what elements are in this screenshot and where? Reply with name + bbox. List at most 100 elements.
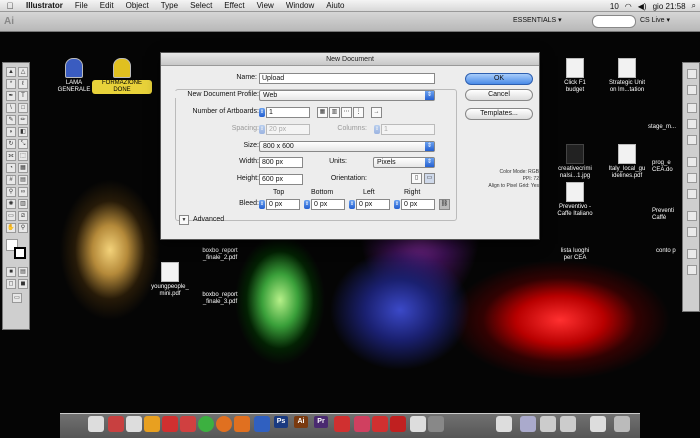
clock[interactable]: gio 21:58 xyxy=(653,2,686,11)
desktop-icon-conto[interactable]: conto p xyxy=(656,248,684,255)
gradient-mode-icon[interactable]: ▤ xyxy=(18,267,28,277)
bleed-bottom-field[interactable]: 0 px xyxy=(311,199,345,210)
artboards-panel-icon[interactable] xyxy=(687,265,697,275)
color-panel-icon[interactable] xyxy=(687,69,697,79)
width-field[interactable]: 800 px xyxy=(259,157,303,168)
templates-button[interactable]: Templates... xyxy=(465,108,533,120)
app-icon-5[interactable] xyxy=(354,416,370,432)
skype-icon[interactable] xyxy=(254,416,270,432)
menu-edit[interactable]: Edit xyxy=(94,1,120,10)
brushes-panel-icon[interactable] xyxy=(687,119,697,129)
appearance-panel-icon[interactable] xyxy=(687,211,697,221)
magic-wand-tool-icon[interactable]: * xyxy=(6,79,16,89)
line-tool-icon[interactable]: \ xyxy=(6,103,16,113)
desktop-icon-boxbo-3[interactable]: boxbo_report _finale_3.pdf xyxy=(190,292,250,306)
finder-icon[interactable] xyxy=(88,416,104,432)
folder-icon-2[interactable] xyxy=(590,416,606,432)
menu-select[interactable]: Select xyxy=(184,1,218,10)
app-icon-8[interactable] xyxy=(410,416,426,432)
grid-by-row-icon[interactable]: ▦ xyxy=(317,107,328,118)
wifi-icon[interactable]: ◠ xyxy=(625,2,632,11)
size-select[interactable]: 800 x 600 ⇕ xyxy=(259,141,435,152)
menu-aiuto[interactable]: Aiuto xyxy=(320,1,350,10)
menu-type[interactable]: Type xyxy=(155,1,184,10)
desktop-icon-click-f1[interactable]: Click F1 budget xyxy=(545,58,605,94)
bleed-right-field[interactable]: 0 px xyxy=(401,199,435,210)
bleed-top-field[interactable]: 0 px xyxy=(266,199,300,210)
color-mode-icon[interactable]: ■ xyxy=(6,267,16,277)
photoshop-icon[interactable]: Ps xyxy=(274,416,288,428)
column-graph-tool-icon[interactable]: ▥ xyxy=(18,199,28,209)
menu-effect[interactable]: Effect xyxy=(218,1,250,10)
artboards-stepper[interactable]: ⇕ xyxy=(259,108,265,117)
graphic-styles-panel-icon[interactable] xyxy=(687,227,697,237)
grid-by-column-icon[interactable]: ▥ xyxy=(329,107,340,118)
app-icon-2[interactable] xyxy=(180,416,196,432)
desktop-icon-creativecriminals[interactable]: creativecrimi nalsi...1.jpg xyxy=(545,144,605,180)
blend-tool-icon[interactable]: ∞ xyxy=(18,187,28,197)
menu-file[interactable]: File xyxy=(69,1,94,10)
screen-mode-icon[interactable]: ▭ xyxy=(12,293,22,303)
calendar-icon[interactable] xyxy=(126,416,142,432)
free-transform-tool-icon[interactable]: ⬚ xyxy=(18,151,28,161)
direct-selection-tool-icon[interactable]: △ xyxy=(18,67,28,77)
disclosure-triangle-icon[interactable]: ▼ xyxy=(179,215,189,225)
rectangle-tool-icon[interactable]: □ xyxy=(18,103,28,113)
desktop-icon-strategic-unit[interactable]: Strategic Unit on lm...tation xyxy=(597,58,657,94)
lasso-tool-icon[interactable]: ℓ xyxy=(18,79,28,89)
trash-icon[interactable] xyxy=(614,416,630,432)
bleed-top-stepper[interactable]: ⇕ xyxy=(259,200,265,209)
transparency-panel-icon[interactable] xyxy=(687,189,697,199)
arrange-by-row-icon[interactable]: ⋯ xyxy=(341,107,352,118)
layers-panel-icon[interactable] xyxy=(687,249,697,259)
folder-stack-icon[interactable] xyxy=(520,416,536,432)
desktop-icon-prog[interactable]: prog_e CEA.do xyxy=(652,160,682,174)
app-icon-3[interactable] xyxy=(234,416,250,432)
bleed-left-field[interactable]: 0 px xyxy=(356,199,390,210)
color-guide-panel-icon[interactable] xyxy=(687,85,697,95)
desktop-icon-boxbo-2[interactable]: boxbo_report _finale_2.pdf xyxy=(190,248,250,262)
portrait-icon[interactable]: ▯ xyxy=(411,173,422,184)
chrome-icon[interactable] xyxy=(198,416,214,432)
scale-tool-icon[interactable]: ⤡ xyxy=(18,139,28,149)
arrange-by-column-icon[interactable]: ⋮ xyxy=(353,107,364,118)
draw-normal-icon[interactable]: ◻ xyxy=(6,279,16,289)
volume-icon[interactable]: ◀) xyxy=(638,2,647,11)
menu-window[interactable]: Window xyxy=(280,1,320,10)
menu-object[interactable]: Object xyxy=(120,1,155,10)
premiere-icon[interactable]: Pr xyxy=(314,416,328,428)
desktop-icon-italy-local[interactable]: Italy_local_gu idelines.pdf xyxy=(597,144,657,180)
firefox-icon[interactable] xyxy=(216,416,232,432)
hand-tool-icon[interactable]: ✋ xyxy=(6,223,16,233)
cs-live-menu[interactable]: CS Live ▾ xyxy=(640,16,670,24)
app-icon-4[interactable] xyxy=(334,416,350,432)
stroke-swatch[interactable] xyxy=(14,247,26,259)
ok-button[interactable]: OK xyxy=(465,73,533,85)
selection-tool-icon[interactable]: ▲ xyxy=(6,67,16,77)
artboards-field[interactable]: 1 xyxy=(266,107,310,118)
workspace-switcher[interactable]: ESSENTIALS ▾ xyxy=(513,16,562,24)
downloads-icon[interactable] xyxy=(540,416,556,432)
desktop-icon-preventivo[interactable]: Preventivo - Caffe Italiano xyxy=(545,182,605,218)
gradient-panel-icon[interactable] xyxy=(687,173,697,183)
mail-icon[interactable] xyxy=(144,416,160,432)
app-icon-9[interactable] xyxy=(428,416,444,432)
type-tool-icon[interactable]: T xyxy=(18,91,28,101)
desktop-icon-formazione[interactable]: FORMAZIONE DONE xyxy=(92,58,152,94)
shape-builder-tool-icon[interactable]: ◔ xyxy=(6,163,16,173)
draw-behind-icon[interactable]: ◼ xyxy=(18,279,28,289)
stroke-panel-icon[interactable] xyxy=(687,157,697,167)
symbols-panel-icon[interactable] xyxy=(687,135,697,145)
units-select[interactable]: Pixels ⇕ xyxy=(373,157,435,168)
menu-app[interactable]: Illustrator xyxy=(20,1,69,10)
name-field[interactable]: Upload xyxy=(259,73,435,84)
eraser-tool-icon[interactable]: ◧ xyxy=(18,127,28,137)
advanced-label[interactable]: Advanced xyxy=(193,216,224,223)
app-icon[interactable] xyxy=(162,416,178,432)
width-tool-icon[interactable]: ⟗ xyxy=(6,151,16,161)
blob-brush-tool-icon[interactable]: ◗ xyxy=(6,127,16,137)
desktop-icon-stage[interactable]: stage_m... xyxy=(648,124,684,131)
apple-icon[interactable]:  xyxy=(0,1,20,11)
rotate-tool-icon[interactable]: ↻ xyxy=(6,139,16,149)
paintbrush-tool-icon[interactable]: ✎ xyxy=(6,115,16,125)
